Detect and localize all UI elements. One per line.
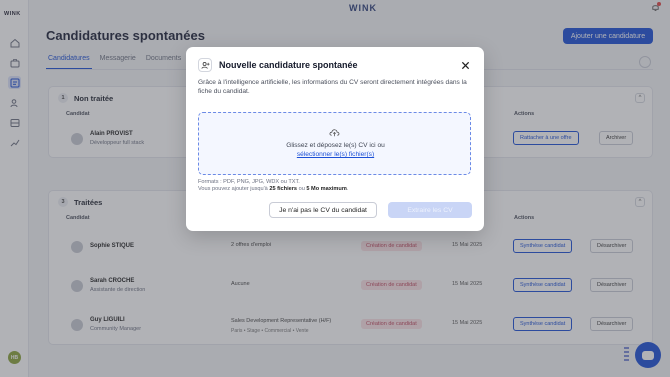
limits-suffix: . [346, 186, 349, 192]
allowed-formats: Formats : PDF, PNG, JPG, WDX ou TXT. [198, 179, 300, 185]
limits-mid: ou [297, 186, 307, 192]
limits-files: 25 fichiers [269, 186, 298, 192]
dialog-title: Nouvelle candidature spontanée [219, 60, 358, 70]
cloud-upload-icon [329, 129, 340, 137]
dropzone-text: Glissez et déposez le(s) CV ici ou [286, 142, 385, 149]
extract-cv-button[interactable]: Extraire les CV [388, 202, 472, 218]
file-dropzone[interactable]: Glissez et déposez le(s) CV ici ou sélec… [198, 112, 471, 175]
select-files-link[interactable]: sélectionner le(s) fichier(s) [297, 151, 374, 158]
close-icon[interactable] [459, 59, 471, 71]
limits-prefix: Vous pouvez ajouter jusqu'à [198, 186, 270, 192]
add-user-icon [198, 58, 212, 72]
no-cv-button[interactable]: Je n'ai pas le CV du candidat [269, 202, 377, 218]
limits-size: 5 Mo maximum [306, 186, 347, 192]
dialog-description: Grâce à l'intelligence artificielle, les… [198, 79, 467, 95]
upload-limits: Vous pouvez ajouter jusqu'à 25 fichiers … [198, 186, 348, 192]
dropzone-link-wrapper: sélectionner le(s) fichier(s) [199, 151, 472, 158]
new-application-dialog: Nouvelle candidature spontanée Grâce à l… [186, 47, 484, 231]
